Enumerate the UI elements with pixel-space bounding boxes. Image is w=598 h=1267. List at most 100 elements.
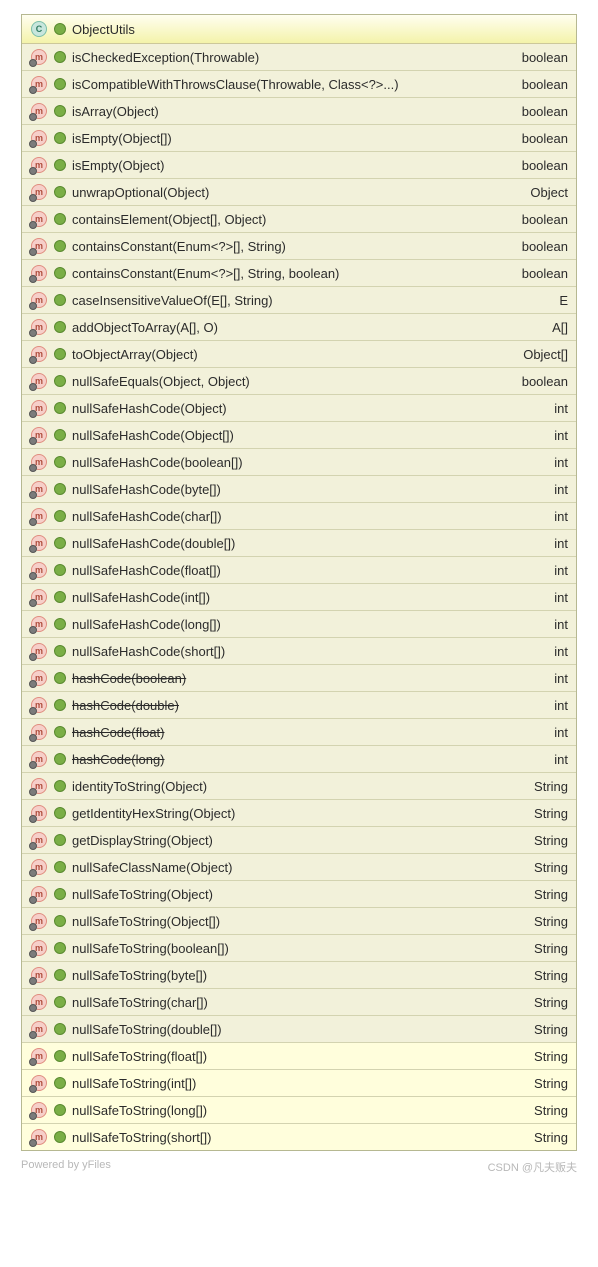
method-signature: nullSafeHashCode(double[]): [72, 536, 548, 551]
method-icon-slot: m: [30, 103, 48, 119]
static-marker-icon: [29, 356, 37, 364]
class-header[interactable]: C ObjectUtils: [22, 15, 576, 44]
public-icon: [54, 105, 66, 117]
method-row[interactable]: mnullSafeToString(int[])String: [22, 1070, 576, 1097]
method-row[interactable]: mnullSafeHashCode(short[])int: [22, 638, 576, 665]
method-row[interactable]: midentityToString(Object)String: [22, 773, 576, 800]
method-row[interactable]: mnullSafeHashCode(boolean[])int: [22, 449, 576, 476]
method-row[interactable]: misArray(Object)boolean: [22, 98, 576, 125]
method-row[interactable]: mnullSafeHashCode(Object[])int: [22, 422, 576, 449]
method-row[interactable]: mtoObjectArray(Object)Object[]: [22, 341, 576, 368]
method-icon-slot: m: [30, 751, 48, 767]
public-icon: [54, 51, 66, 63]
method-row[interactable]: misCheckedException(Throwable)boolean: [22, 44, 576, 71]
method-icon-slot: m: [30, 643, 48, 659]
method-row[interactable]: mnullSafeHashCode(float[])int: [22, 557, 576, 584]
method-row[interactable]: mcontainsConstant(Enum<?>[], String)bool…: [22, 233, 576, 260]
static-marker-icon: [29, 437, 37, 445]
public-icon: [54, 618, 66, 630]
static-marker-icon: [29, 113, 37, 121]
return-type: int: [554, 536, 568, 551]
return-type: int: [554, 698, 568, 713]
method-signature: hashCode(long): [72, 752, 548, 767]
method-icon-slot: m: [30, 1048, 48, 1064]
method-icon-slot: m: [30, 211, 48, 227]
method-signature: toObjectArray(Object): [72, 347, 517, 362]
static-marker-icon: [29, 194, 37, 202]
return-type: int: [554, 752, 568, 767]
method-list: misCheckedException(Throwable)booleanmis…: [22, 44, 576, 1150]
method-row[interactable]: mnullSafeToString(boolean[])String: [22, 935, 576, 962]
method-row[interactable]: mnullSafeHashCode(Object)int: [22, 395, 576, 422]
method-signature: isArray(Object): [72, 104, 516, 119]
method-row[interactable]: munwrapOptional(Object)Object: [22, 179, 576, 206]
static-marker-icon: [29, 896, 37, 904]
method-row[interactable]: misEmpty(Object)boolean: [22, 152, 576, 179]
method-row[interactable]: misEmpty(Object[])boolean: [22, 125, 576, 152]
method-row[interactable]: mnullSafeHashCode(char[])int: [22, 503, 576, 530]
method-row[interactable]: maddObjectToArray(A[], O)A[]: [22, 314, 576, 341]
method-row[interactable]: mnullSafeToString(Object)String: [22, 881, 576, 908]
return-type: boolean: [522, 77, 568, 92]
static-marker-icon: [29, 1058, 37, 1066]
static-marker-icon: [29, 815, 37, 823]
public-icon: [54, 132, 66, 144]
method-signature: nullSafeClassName(Object): [72, 860, 528, 875]
method-icon-slot: m: [30, 373, 48, 389]
method-row[interactable]: mhashCode(float)int: [22, 719, 576, 746]
public-icon: [54, 564, 66, 576]
method-row[interactable]: mgetDisplayString(Object)String: [22, 827, 576, 854]
method-row[interactable]: mnullSafeToString(float[])String: [22, 1043, 576, 1070]
method-icon-slot: m: [30, 670, 48, 686]
method-icon-slot: m: [30, 913, 48, 929]
method-row[interactable]: mnullSafeHashCode(long[])int: [22, 611, 576, 638]
method-row[interactable]: mnullSafeEquals(Object, Object)boolean: [22, 368, 576, 395]
method-signature: nullSafeToString(double[]): [72, 1022, 528, 1037]
method-icon-slot: m: [30, 508, 48, 524]
public-icon: [54, 861, 66, 873]
static-marker-icon: [29, 1112, 37, 1120]
method-row[interactable]: mnullSafeHashCode(int[])int: [22, 584, 576, 611]
method-row[interactable]: mnullSafeToString(short[])String: [22, 1124, 576, 1150]
static-marker-icon: [29, 59, 37, 67]
method-row[interactable]: mnullSafeHashCode(byte[])int: [22, 476, 576, 503]
method-signature: containsElement(Object[], Object): [72, 212, 516, 227]
method-row[interactable]: mnullSafeToString(long[])String: [22, 1097, 576, 1124]
static-marker-icon: [29, 734, 37, 742]
method-row[interactable]: mnullSafeHashCode(double[])int: [22, 530, 576, 557]
method-icon-slot: m: [30, 778, 48, 794]
method-row[interactable]: mnullSafeToString(double[])String: [22, 1016, 576, 1043]
method-row[interactable]: m hashCode(long) int: [22, 746, 576, 773]
static-marker-icon: [29, 761, 37, 769]
method-icon-slot: m: [30, 481, 48, 497]
public-icon: [54, 942, 66, 954]
method-row[interactable]: mnullSafeToString(char[])String: [22, 989, 576, 1016]
class-outline: C ObjectUtils misCheckedException(Throwa…: [21, 14, 577, 1151]
method-row[interactable]: mhashCode(double)int: [22, 692, 576, 719]
method-signature: isEmpty(Object[]): [72, 131, 516, 146]
static-marker-icon: [29, 545, 37, 553]
method-row[interactable]: mhashCode(boolean)int: [22, 665, 576, 692]
return-type: boolean: [522, 212, 568, 227]
method-row[interactable]: mnullSafeToString(Object[])String: [22, 908, 576, 935]
method-row[interactable]: mnullSafeToString(byte[])String: [22, 962, 576, 989]
public-icon: [54, 537, 66, 549]
return-type: String: [534, 1103, 568, 1118]
method-icon-slot: m: [30, 238, 48, 254]
method-row[interactable]: mnullSafeClassName(Object)String: [22, 854, 576, 881]
method-row[interactable]: mcontainsConstant(Enum<?>[], String, boo…: [22, 260, 576, 287]
method-icon-slot: m: [30, 400, 48, 416]
return-type: boolean: [522, 239, 568, 254]
method-icon-slot: m: [30, 1102, 48, 1118]
method-row[interactable]: m containsElement(Object[], Object) boolea…: [22, 206, 576, 233]
method-row[interactable]: misCompatibleWithThrowsClause(Throwable,…: [22, 71, 576, 98]
method-signature: nullSafeHashCode(int[]): [72, 590, 548, 605]
static-marker-icon: [29, 275, 37, 283]
method-row[interactable]: mcaseInsensitiveValueOf(E[], String)E: [22, 287, 576, 314]
static-marker-icon: [29, 626, 37, 634]
public-icon: [54, 591, 66, 603]
static-marker-icon: [29, 572, 37, 580]
method-icon-slot: m: [30, 346, 48, 362]
public-icon: [54, 645, 66, 657]
method-row[interactable]: mgetIdentityHexString(Object)String: [22, 800, 576, 827]
